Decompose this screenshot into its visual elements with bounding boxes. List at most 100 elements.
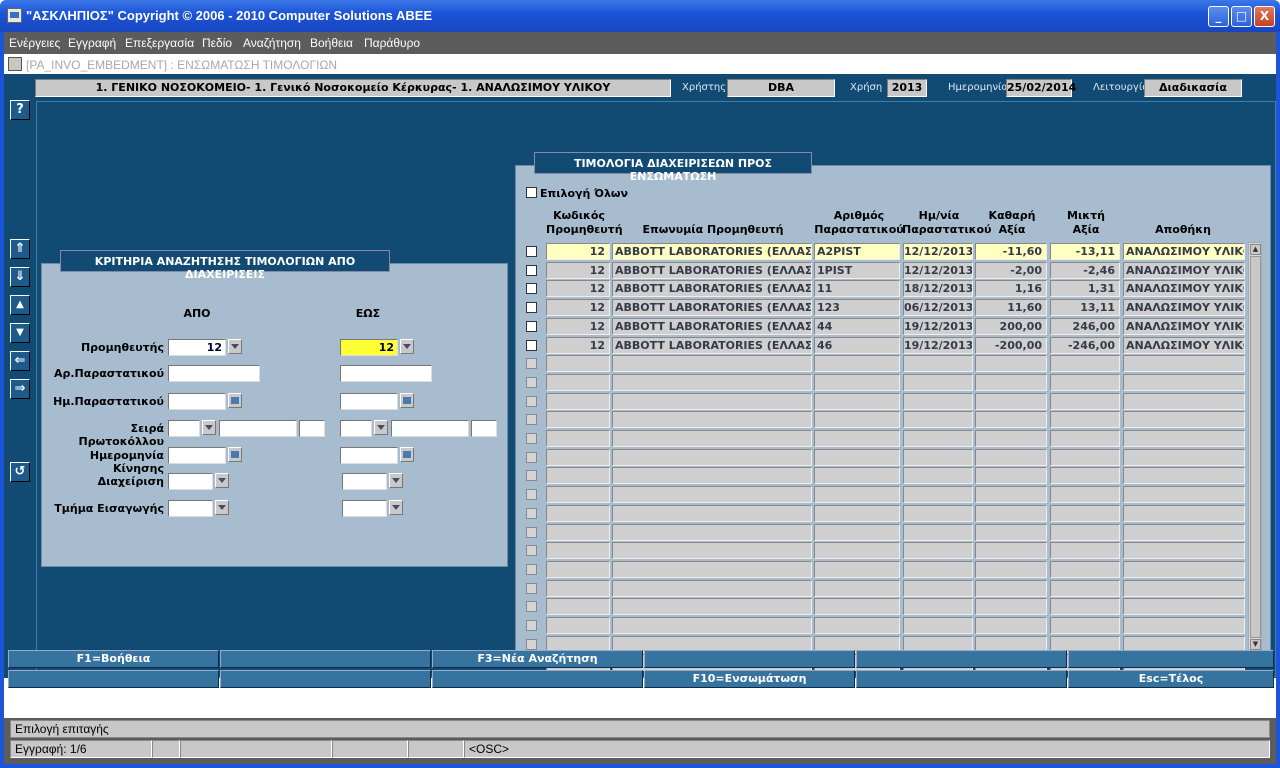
cell-name[interactable] [612,393,812,410]
cell-docno[interactable]: 44 [814,318,900,335]
cell-store[interactable] [1123,486,1245,503]
import-dept-from-lov-icon[interactable] [215,500,229,515]
fkey-empty-6[interactable] [220,670,431,688]
help-button[interactable]: ? [10,100,30,120]
menu-search[interactable]: Αναζήτηση [243,36,301,50]
supplier-to-input[interactable]: 12 [340,339,398,356]
cell-docno[interactable]: A2PIST [814,243,900,260]
cell-date[interactable] [903,561,973,578]
f1-help-button[interactable]: F1=Βοήθεια [8,650,219,668]
cell-date[interactable] [903,374,973,391]
cell-store[interactable] [1123,617,1245,634]
cell-docno[interactable] [814,393,900,410]
cell-store[interactable]: ΑΝΑΛΩΣΙΜΟΥ ΥΛΙΚΟΥ [1123,243,1245,260]
fkey-empty-7[interactable] [432,670,643,688]
cell-date[interactable]: 06/12/2013 [903,299,973,316]
import-dept-to-lov-icon[interactable] [389,500,403,515]
cell-gross[interactable]: -246,00 [1050,337,1120,354]
protocol-from-extra-input[interactable] [299,420,325,437]
cell-code[interactable] [546,617,610,634]
row-select-checkbox[interactable] [526,527,537,538]
row-select-checkbox[interactable] [526,283,537,294]
row-select-checkbox[interactable] [526,396,537,407]
row-select-checkbox[interactable] [526,620,537,631]
cell-docno[interactable] [814,542,900,559]
protocol-to-input[interactable] [340,420,372,437]
menu-record[interactable]: Εγγραφή [68,36,116,50]
cell-docno[interactable]: 123 [814,299,900,316]
scroll-up-icon[interactable]: ▲ [1250,244,1261,255]
row-select-checkbox[interactable] [526,452,537,463]
import-dept-to-input[interactable] [342,500,387,517]
cell-docno[interactable] [814,580,900,597]
menu-window[interactable]: Παράθυρο [364,36,420,50]
fkey-empty-2[interactable] [644,650,855,668]
cell-net[interactable] [975,561,1047,578]
cell-code[interactable] [546,411,610,428]
cell-code[interactable] [546,449,610,466]
cell-name[interactable] [612,374,812,391]
cell-net[interactable] [975,449,1047,466]
cell-store[interactable] [1123,411,1245,428]
cell-net[interactable] [975,542,1047,559]
row-select-checkbox[interactable] [526,508,537,519]
cell-name[interactable] [612,486,812,503]
cell-name[interactable]: ABBOTT LABORATORIES (ΕΛΛΑΣ) ΑΒΕ [612,318,812,335]
cell-docno[interactable] [814,561,900,578]
cell-code[interactable]: 12 [546,243,610,260]
cell-gross[interactable] [1050,430,1120,447]
cell-date[interactable] [903,355,973,372]
cell-gross[interactable] [1050,393,1120,410]
cell-docno[interactable] [814,524,900,541]
fkey-empty-8[interactable] [856,670,1067,688]
fkey-empty-4[interactable] [1068,650,1274,668]
undo-button[interactable]: ↺ [10,462,30,482]
cell-name[interactable] [612,617,812,634]
vertical-scrollbar[interactable]: ▲ ▼ [1248,242,1262,652]
cell-name[interactable] [612,580,812,597]
calendar-icon[interactable] [400,393,414,408]
row-select-checkbox[interactable] [526,377,537,388]
cell-code[interactable] [546,505,610,522]
cell-store[interactable] [1123,393,1245,410]
cell-code[interactable] [546,430,610,447]
cell-docno[interactable] [814,374,900,391]
cell-net[interactable] [975,617,1047,634]
protocol-to-lov-icon[interactable] [374,420,388,435]
f10-embed-button[interactable]: F10=Ενσωμάτωση [644,670,855,688]
first-record-button[interactable]: ⇑ [10,239,30,259]
calendar-icon[interactable] [228,447,242,462]
cell-gross[interactable] [1050,467,1120,484]
cell-docno[interactable] [814,505,900,522]
cell-gross[interactable]: -2,46 [1050,262,1120,279]
doc-no-from-input[interactable] [168,365,260,382]
cell-code[interactable] [546,524,610,541]
protocol-from-desc-input[interactable] [219,420,297,437]
row-select-checkbox[interactable] [526,489,537,500]
cell-name[interactable] [612,411,812,428]
import-dept-from-input[interactable] [168,500,213,517]
cell-gross[interactable] [1050,486,1120,503]
management-from-input[interactable] [168,473,213,490]
close-button[interactable]: X [1254,6,1275,27]
cell-store[interactable] [1123,598,1245,615]
previous-block-button[interactable]: ⇐ [10,351,30,371]
cell-store[interactable] [1123,355,1245,372]
row-select-checkbox[interactable] [526,414,537,425]
cell-docno[interactable] [814,598,900,615]
cell-code[interactable] [546,561,610,578]
row-select-checkbox[interactable] [526,564,537,575]
supplier-to-lov-icon[interactable] [400,339,414,354]
cell-store[interactable]: ΑΝΑΛΩΣΙΜΟΥ ΥΛΙΚΟΥ [1123,280,1245,297]
cell-name[interactable] [612,598,812,615]
cell-store[interactable] [1123,561,1245,578]
cell-net[interactable] [975,505,1047,522]
cell-store[interactable] [1123,374,1245,391]
cell-name[interactable]: ABBOTT LABORATORIES (ΕΛΛΑΣ) ΑΒΕ [612,299,812,316]
cell-date[interactable]: 12/12/2013 [903,262,973,279]
row-select-checkbox[interactable] [526,246,537,257]
cell-date[interactable] [903,486,973,503]
cell-net[interactable]: 200,00 [975,318,1047,335]
cell-net[interactable] [975,411,1047,428]
cell-code[interactable] [546,374,610,391]
